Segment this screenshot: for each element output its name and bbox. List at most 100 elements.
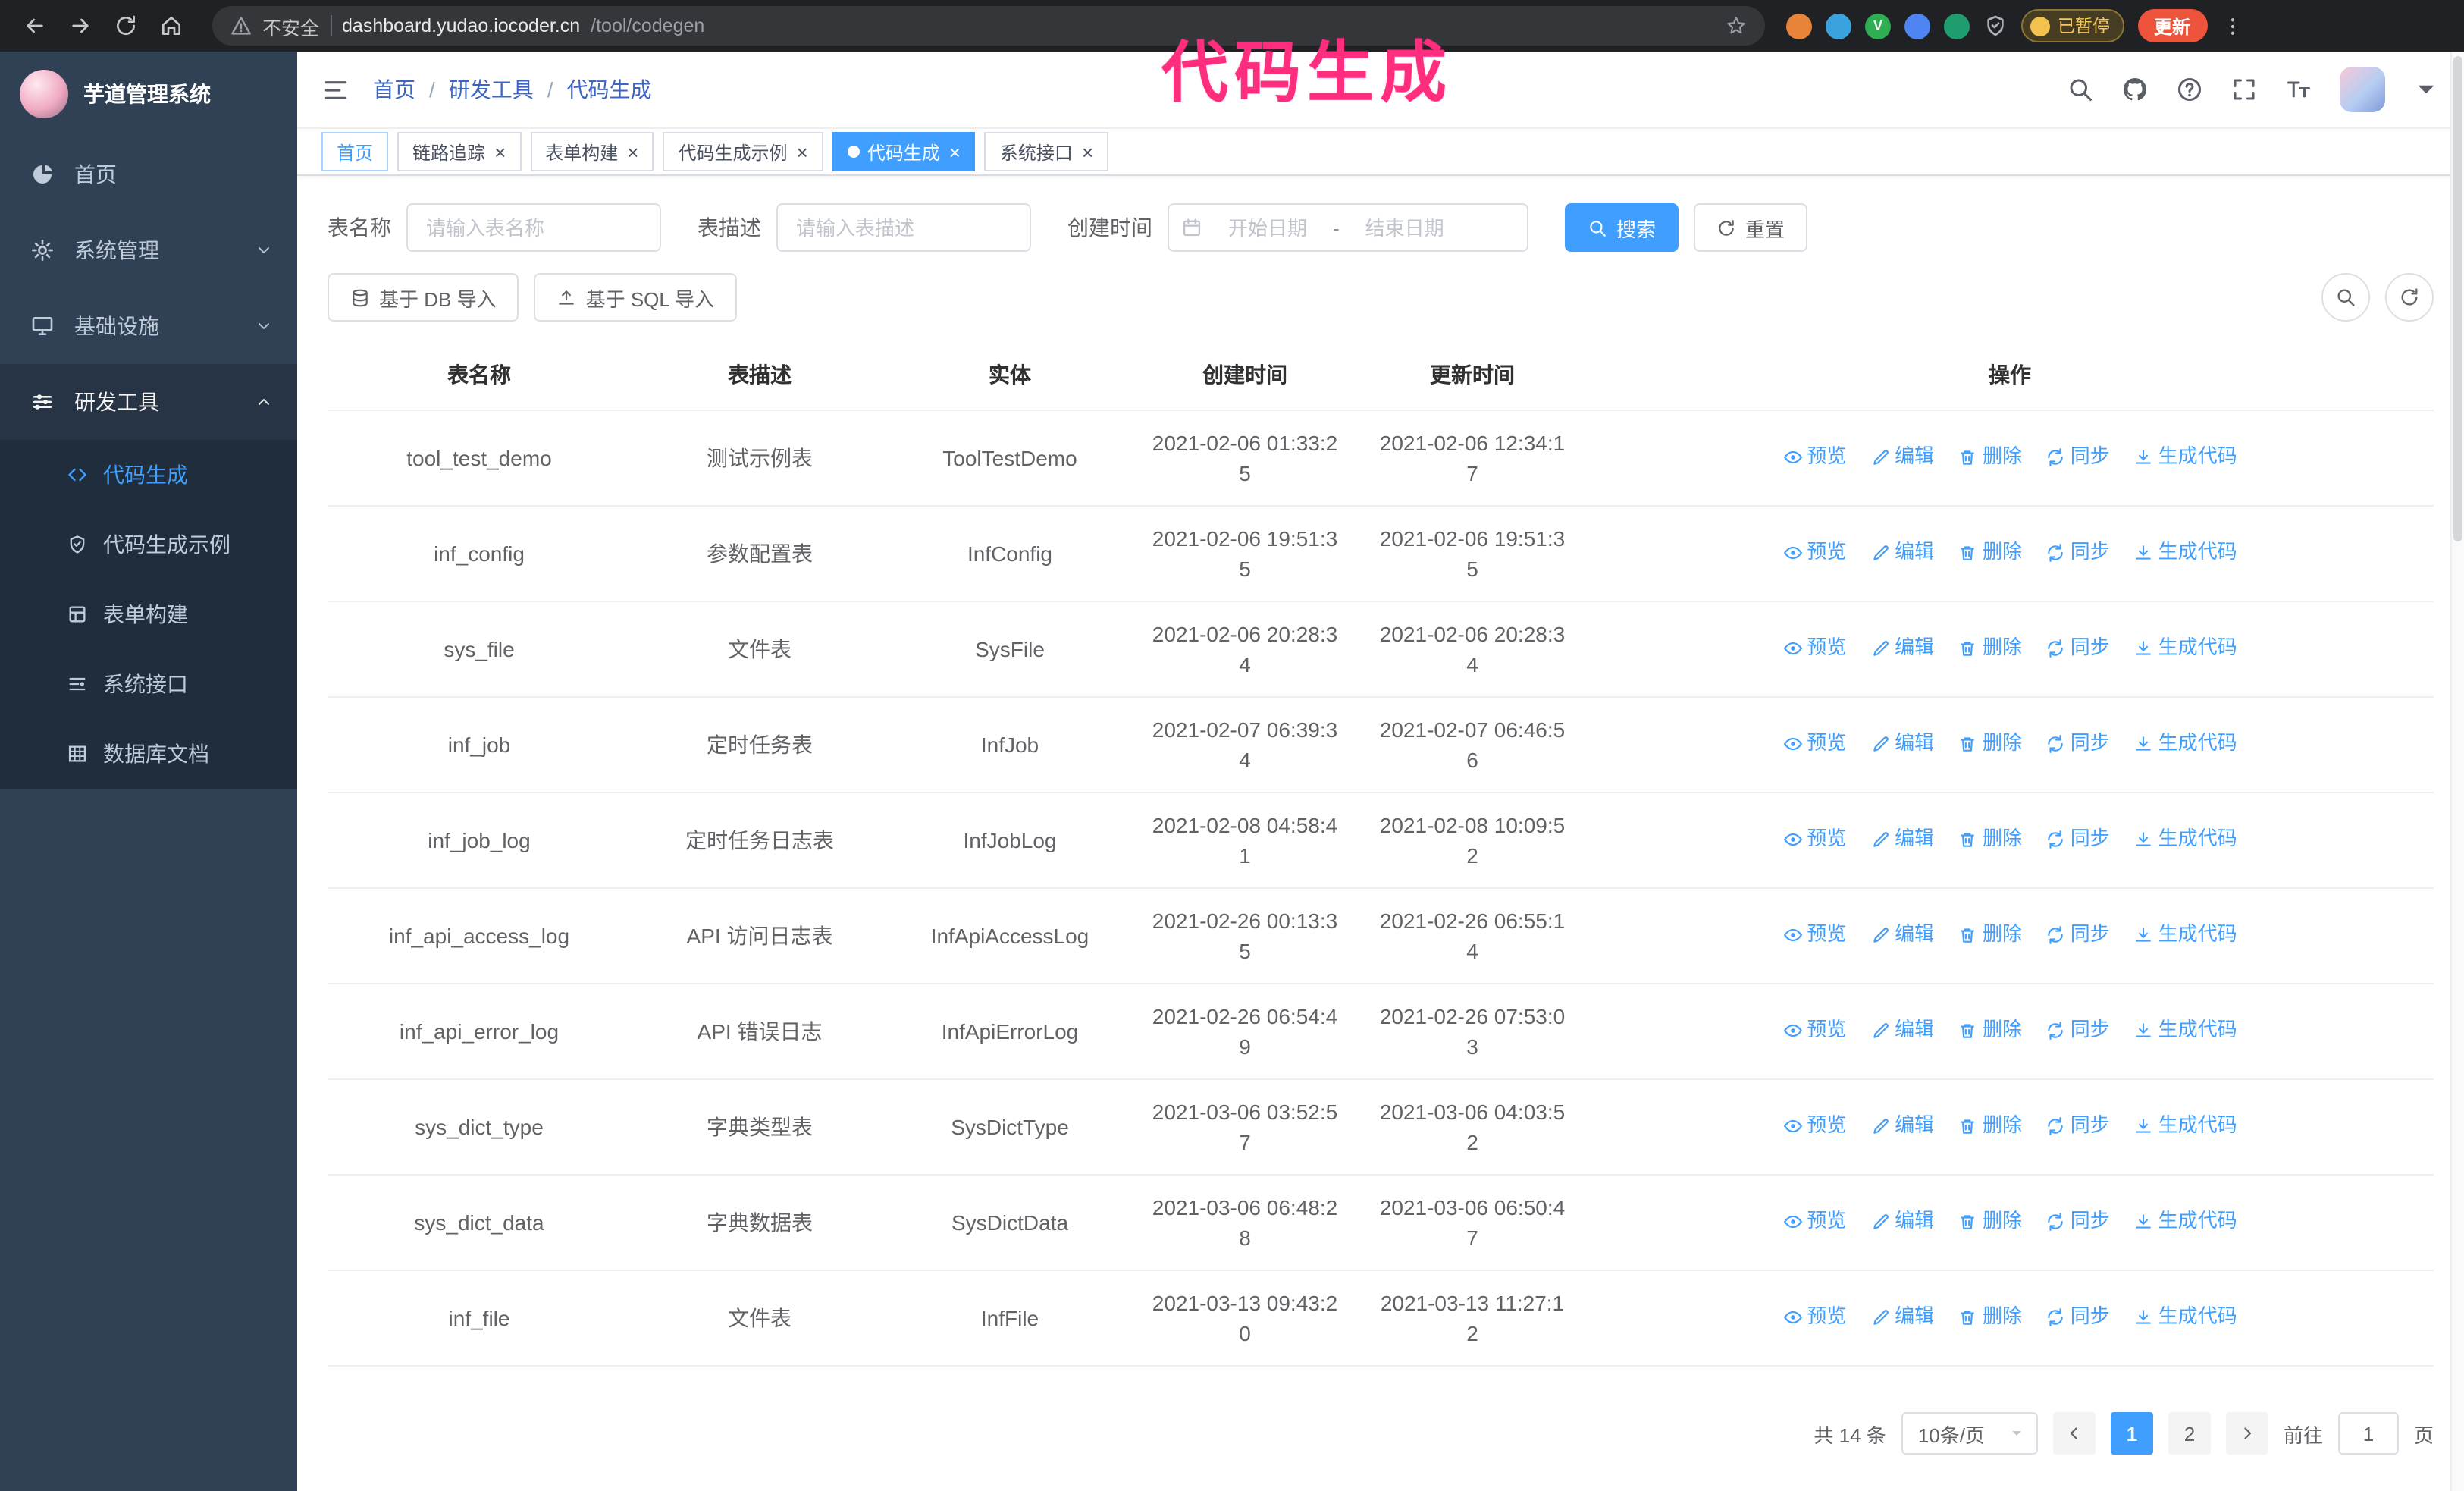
sync-link[interactable]: 同步 xyxy=(2046,633,2110,664)
prev-page-button[interactable] xyxy=(2052,1412,2096,1455)
edit-link[interactable]: 编辑 xyxy=(1870,1111,1934,1141)
reset-button[interactable]: 重置 xyxy=(1694,203,1808,252)
import-sql-button[interactable]: 基于 SQL 导入 xyxy=(534,273,738,322)
generate-code-link[interactable]: 生成代码 xyxy=(2134,633,2237,664)
sidebar-item-devtools[interactable]: 研发工具 xyxy=(0,364,297,440)
preview-link[interactable]: 预览 xyxy=(1782,442,1846,472)
bookmark-star-icon[interactable] xyxy=(1726,15,1747,36)
generate-code-link[interactable]: 生成代码 xyxy=(2134,729,2237,759)
extension-icon-blue-drop[interactable] xyxy=(1826,13,1851,39)
sidebar-item-codegen[interactable]: 代码生成 xyxy=(0,440,297,510)
end-date-input[interactable] xyxy=(1345,215,1464,240)
browser-menu-kebab-icon[interactable] xyxy=(2221,14,2243,37)
sidebar-item-home[interactable]: 首页 xyxy=(0,137,297,212)
sync-link[interactable]: 同步 xyxy=(2046,538,2110,568)
generate-code-link[interactable]: 生成代码 xyxy=(2134,824,2237,855)
date-range-picker[interactable]: - xyxy=(1168,203,1528,252)
generate-code-link[interactable]: 生成代码 xyxy=(2134,1207,2237,1237)
caret-down-icon[interactable] xyxy=(2412,76,2440,103)
paused-badge[interactable]: 已暂停 xyxy=(2021,9,2124,42)
sync-link[interactable]: 同步 xyxy=(2046,1302,2110,1332)
table-desc-input[interactable] xyxy=(776,203,1031,252)
tab-codegen[interactable]: 代码生成 × xyxy=(832,132,976,171)
preview-link[interactable]: 预览 xyxy=(1782,729,1846,759)
tab-home[interactable]: 首页 xyxy=(321,132,389,171)
delete-link[interactable]: 删除 xyxy=(1958,729,2022,759)
generate-code-link[interactable]: 生成代码 xyxy=(2134,1302,2237,1332)
preview-link[interactable]: 预览 xyxy=(1782,1302,1846,1332)
sidebar-item-infra[interactable]: 基础设施 xyxy=(0,288,297,364)
sidebar-item-system-api[interactable]: 系统接口 xyxy=(0,649,297,719)
tab-form-builder[interactable]: 表单构建 × xyxy=(530,132,654,171)
close-icon[interactable]: × xyxy=(949,142,961,162)
extension-icon-green-v[interactable]: V xyxy=(1865,13,1891,39)
start-date-input[interactable] xyxy=(1208,215,1327,240)
sync-link[interactable]: 同步 xyxy=(2046,729,2110,759)
github-icon[interactable] xyxy=(2121,76,2149,103)
delete-link[interactable]: 删除 xyxy=(1958,1302,2022,1332)
generate-code-link[interactable]: 生成代码 xyxy=(2134,1111,2237,1141)
close-icon[interactable]: × xyxy=(797,142,808,162)
update-button[interactable]: 更新 xyxy=(2137,9,2208,42)
delete-link[interactable]: 删除 xyxy=(1958,1111,2022,1141)
close-icon[interactable]: × xyxy=(627,142,638,162)
back-icon[interactable] xyxy=(15,6,55,46)
preview-link[interactable]: 预览 xyxy=(1782,633,1846,664)
sidebar-item-system[interactable]: 系统管理 xyxy=(0,212,297,288)
edit-link[interactable]: 编辑 xyxy=(1870,729,1934,759)
edit-link[interactable]: 编辑 xyxy=(1870,538,1934,568)
sidebar-item-db-doc[interactable]: 数据库文档 xyxy=(0,719,297,789)
edit-link[interactable]: 编辑 xyxy=(1870,920,1934,950)
font-size-icon[interactable] xyxy=(2285,76,2312,103)
preview-link[interactable]: 预览 xyxy=(1782,1111,1846,1141)
edit-link[interactable]: 编辑 xyxy=(1870,824,1934,855)
edit-link[interactable]: 编辑 xyxy=(1870,633,1934,664)
page-scrollbar[interactable] xyxy=(2450,52,2464,1491)
address-bar[interactable]: 不安全 dashboard.yudao.iocoder.cn/tool/code… xyxy=(212,6,1765,46)
edit-link[interactable]: 编辑 xyxy=(1870,1207,1934,1237)
extension-icon-people[interactable] xyxy=(1904,13,1930,39)
delete-link[interactable]: 删除 xyxy=(1958,1015,2022,1046)
fullscreen-icon[interactable] xyxy=(2230,76,2258,103)
edit-link[interactable]: 编辑 xyxy=(1870,1015,1934,1046)
page-button-1[interactable]: 1 xyxy=(2110,1412,2153,1455)
preview-link[interactable]: 预览 xyxy=(1782,824,1846,855)
sync-link[interactable]: 同步 xyxy=(2046,1015,2110,1046)
import-db-button[interactable]: 基于 DB 导入 xyxy=(328,273,519,322)
delete-link[interactable]: 删除 xyxy=(1958,920,2022,950)
home-icon[interactable] xyxy=(152,6,191,46)
preview-link[interactable]: 预览 xyxy=(1782,1207,1846,1237)
breadcrumb-home[interactable]: 首页 xyxy=(373,74,415,105)
generate-code-link[interactable]: 生成代码 xyxy=(2134,1015,2237,1046)
next-page-button[interactable] xyxy=(2225,1412,2268,1455)
sync-link[interactable]: 同步 xyxy=(2046,1111,2110,1141)
delete-link[interactable]: 删除 xyxy=(1958,538,2022,568)
tab-tracing[interactable]: 链路追踪 × xyxy=(397,132,522,171)
edit-link[interactable]: 编辑 xyxy=(1870,442,1934,472)
page-size-select[interactable]: 10条/页 xyxy=(1901,1412,2038,1455)
toggle-search-button[interactable] xyxy=(2321,273,2370,322)
search-button[interactable]: 搜索 xyxy=(1565,203,1679,252)
sync-link[interactable]: 同步 xyxy=(2046,1207,2110,1237)
sidebar-item-codegen-example[interactable]: 代码生成示例 xyxy=(0,510,297,579)
tab-system-api[interactable]: 系统接口 × xyxy=(984,132,1109,171)
generate-code-link[interactable]: 生成代码 xyxy=(2134,920,2237,950)
preview-link[interactable]: 预览 xyxy=(1782,920,1846,950)
delete-link[interactable]: 删除 xyxy=(1958,442,2022,472)
forward-icon[interactable] xyxy=(61,6,100,46)
breadcrumb-devtools[interactable]: 研发工具 xyxy=(449,74,534,105)
preview-link[interactable]: 预览 xyxy=(1782,538,1846,568)
search-icon[interactable] xyxy=(2067,76,2094,103)
delete-link[interactable]: 删除 xyxy=(1958,633,2022,664)
sync-link[interactable]: 同步 xyxy=(2046,442,2110,472)
sidebar-item-form-builder[interactable]: 表单构建 xyxy=(0,579,297,649)
table-name-input[interactable] xyxy=(406,203,661,252)
reload-icon[interactable] xyxy=(106,6,146,46)
delete-link[interactable]: 删除 xyxy=(1958,1207,2022,1237)
close-icon[interactable]: × xyxy=(494,142,506,162)
scrollbar-thumb[interactable] xyxy=(2453,56,2462,541)
close-icon[interactable]: × xyxy=(1082,142,1093,162)
user-avatar[interactable] xyxy=(2340,67,2385,112)
page-button-2[interactable]: 2 xyxy=(2168,1412,2211,1455)
sync-link[interactable]: 同步 xyxy=(2046,920,2110,950)
